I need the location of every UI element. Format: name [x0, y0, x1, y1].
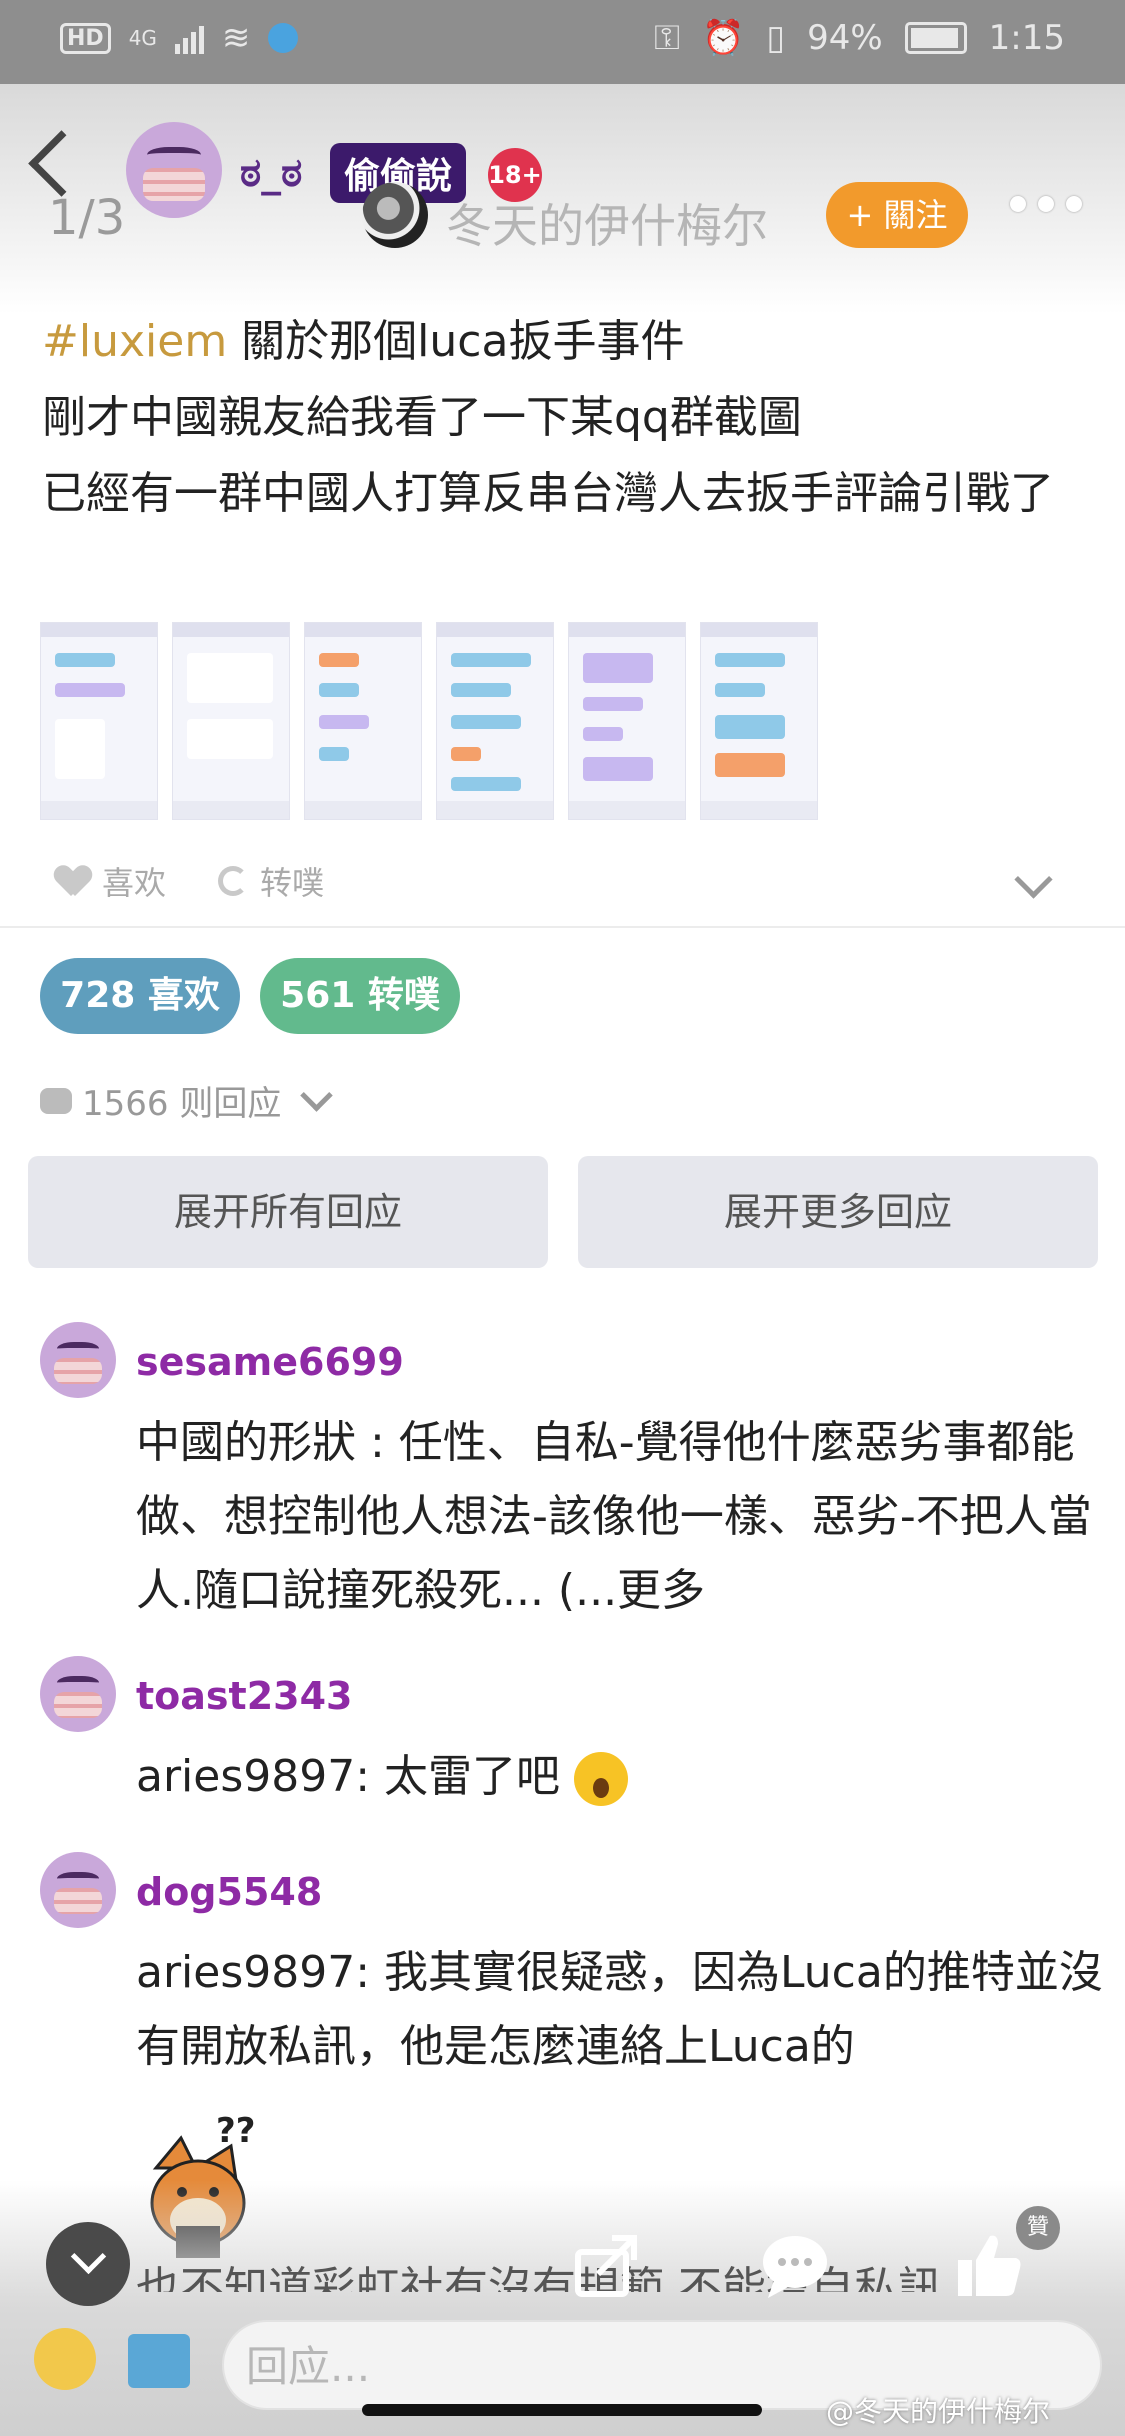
image-thumbnails — [40, 622, 818, 820]
like-badge: 贊 — [1016, 2206, 1060, 2250]
likes-count-pill[interactable]: 728 喜欢 — [40, 958, 240, 1034]
like-label: 喜欢 — [102, 864, 167, 902]
battery-icon — [904, 22, 967, 54]
vibrate-icon: ▯ — [766, 18, 786, 58]
screenshot-thumbnail[interactable] — [172, 622, 290, 820]
mood-emoticon: ಠ_ಠ — [240, 150, 303, 196]
screenshot-thumbnail[interactable] — [40, 622, 158, 820]
commenter-username[interactable]: toast2343 — [136, 1674, 352, 1718]
divider — [0, 926, 1125, 928]
author-avatar[interactable] — [362, 182, 428, 248]
watermark-text: @冬天的伊什梅尔 — [826, 2395, 1051, 2428]
battery-percent: 94% — [807, 18, 883, 58]
screenshot-thumbnail[interactable] — [436, 622, 554, 820]
image-pager: 1/3 — [48, 190, 126, 246]
status-bar: HD 4G ≋ ⚿ ⏰ ▯ 94% 1:15 — [0, 0, 1125, 84]
hd-badge: HD — [60, 22, 111, 54]
expand-all-replies-button[interactable]: 展开所有回应 — [28, 1156, 548, 1268]
key-icon: ⚿ — [654, 18, 680, 58]
image-icon[interactable] — [128, 2334, 190, 2388]
comment-bubble-icon — [40, 1087, 72, 1114]
like-action[interactable]: 喜欢 — [56, 858, 166, 904]
reposts-count-pill[interactable]: 561 转噗 — [260, 958, 460, 1034]
thumbs-up-icon[interactable] — [954, 2230, 1024, 2300]
share-icon[interactable] — [572, 2230, 642, 2300]
repost-label: 转噗 — [260, 864, 325, 902]
chevron-down-icon[interactable] — [1014, 860, 1053, 899]
scroll-down-button[interactable] — [46, 2222, 130, 2306]
post-content: #luxiem 關於那個luca扳手事件 剛才中國親友給我看了一下某qq群截圖 … — [42, 304, 1092, 532]
post-actions: 喜欢 转噗 — [56, 858, 324, 904]
expand-more-replies-button[interactable]: 展开更多回应 — [578, 1156, 1098, 1268]
app-notification-icon — [268, 23, 299, 53]
chevron-down-icon — [300, 1079, 334, 1112]
commenter-username[interactable]: sesame6699 — [136, 1340, 404, 1384]
commenter-avatar[interactable] — [40, 1322, 116, 1398]
more-icon[interactable] — [1010, 196, 1082, 212]
commenter-avatar[interactable] — [40, 1656, 116, 1732]
follow-button[interactable]: + 關注 — [826, 182, 968, 248]
screenshot-thumbnail[interactable] — [568, 622, 686, 820]
smile-icon[interactable] — [34, 2328, 96, 2390]
comment-text: aries9897: 我其實很疑惑，因為Luca的推特並沒有開放私訊，他是怎麼連… — [136, 1947, 1103, 2072]
screenshot-thumbnail[interactable] — [700, 622, 818, 820]
wifi-icon: ≋ — [221, 18, 251, 58]
repost-icon — [218, 866, 249, 896]
reply-count-label: 1566 则回应 — [82, 1084, 282, 1124]
svg-text:??: ?? — [216, 2111, 255, 2151]
post-title: 關於那個luca扳手事件 — [227, 316, 685, 367]
comment-text: aries9897: 太雷了吧 — [136, 1751, 561, 1802]
screenshot-thumbnail[interactable] — [304, 622, 422, 820]
commenter-username[interactable]: dog5548 — [136, 1870, 322, 1914]
surprised-emoji-icon — [574, 1752, 629, 1806]
repost-action[interactable]: 转噗 — [218, 858, 324, 904]
alarm-icon: ⏰ — [702, 18, 745, 58]
poster-avatar[interactable] — [126, 122, 222, 218]
network-type: 4G — [128, 26, 157, 50]
author-name[interactable]: 冬天的伊什梅尔 — [446, 190, 768, 256]
post-line-3: 已經有一群中國人打算反串台灣人去扳手評論引戰了 — [42, 468, 1054, 519]
comment-bubble-icon[interactable] — [760, 2230, 830, 2300]
hashtag-link[interactable]: #luxiem — [42, 316, 227, 367]
comment-text: 中國的形狀 : 任性、自私-覺得他什麼惡劣事都能做、想控制他人想法-該像他一樣、… — [136, 1417, 1092, 1616]
commenter-avatar[interactable] — [40, 1852, 116, 1928]
heart-icon — [56, 866, 90, 896]
clock: 1:15 — [988, 18, 1065, 58]
reply-count[interactable]: 1566 则回应 — [40, 1076, 334, 1125]
post-line-2: 剛才中國親友給我看了一下某qq群截圖 — [42, 392, 802, 443]
home-indicator — [362, 2404, 762, 2416]
signal-icon — [174, 22, 204, 54]
